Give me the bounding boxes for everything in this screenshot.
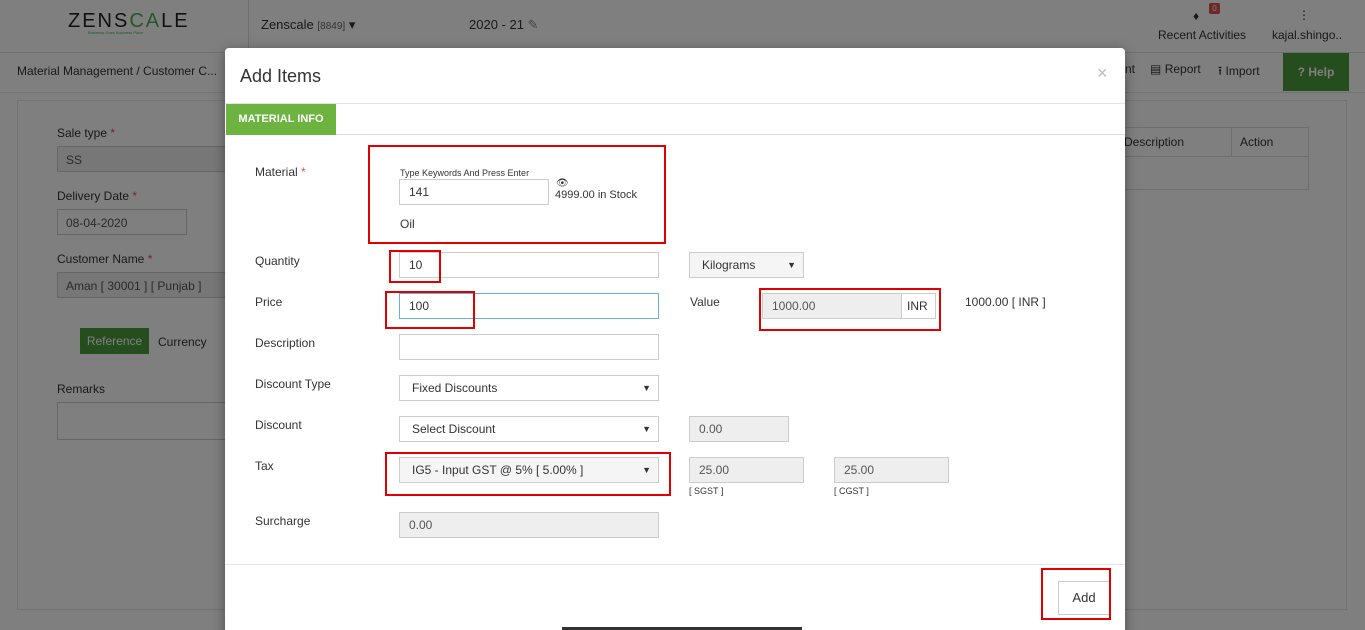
value-summary: 1000.00 [ INR ] bbox=[965, 295, 1046, 309]
value-label: Value bbox=[690, 295, 720, 309]
modal-footer-divider bbox=[225, 564, 1125, 565]
discount-amount-field: 0.00 bbox=[689, 416, 789, 442]
modal-title: Add Items bbox=[240, 66, 322, 86]
description-label: Description bbox=[255, 336, 316, 350]
modal-tabs: MATERIAL INFO bbox=[225, 104, 1125, 135]
discount-type-select[interactable]: Fixed Discounts ▼ bbox=[399, 375, 659, 401]
sgst-field: 25.00 bbox=[689, 457, 804, 483]
highlight-box bbox=[385, 452, 671, 496]
highlight-box bbox=[389, 250, 441, 283]
caret-down-icon: ▼ bbox=[642, 383, 651, 393]
tab-material-info[interactable]: MATERIAL INFO bbox=[226, 104, 336, 135]
surcharge-field: 0.00 bbox=[399, 512, 659, 538]
cgst-field: 25.00 bbox=[834, 457, 949, 483]
modal-header: Add Items × bbox=[225, 48, 1125, 104]
highlight-box bbox=[368, 145, 666, 244]
discount-type-label: Discount Type bbox=[255, 377, 331, 391]
unit-select[interactable]: Kilograms ▼ bbox=[689, 252, 804, 278]
tax-label: Tax bbox=[255, 459, 274, 473]
cgst-label: [ CGST ] bbox=[834, 486, 869, 496]
quantity-label: Quantity bbox=[255, 254, 300, 268]
discount-label: Discount bbox=[255, 418, 302, 432]
description-input[interactable] bbox=[399, 334, 659, 360]
add-items-modal: Add Items × MATERIAL INFO Material * Typ… bbox=[225, 48, 1125, 630]
material-label: Material * bbox=[255, 165, 306, 179]
price-label: Price bbox=[255, 295, 283, 309]
sgst-label: [ SGST ] bbox=[689, 486, 724, 496]
highlight-box bbox=[385, 291, 475, 329]
highlight-box bbox=[1041, 568, 1111, 620]
discount-select[interactable]: Select Discount ▼ bbox=[399, 416, 659, 442]
surcharge-label: Surcharge bbox=[255, 514, 311, 528]
highlight-box bbox=[759, 288, 941, 331]
close-icon[interactable]: × bbox=[1097, 63, 1108, 84]
caret-down-icon: ▼ bbox=[642, 424, 651, 434]
caret-down-icon: ▼ bbox=[787, 260, 796, 270]
